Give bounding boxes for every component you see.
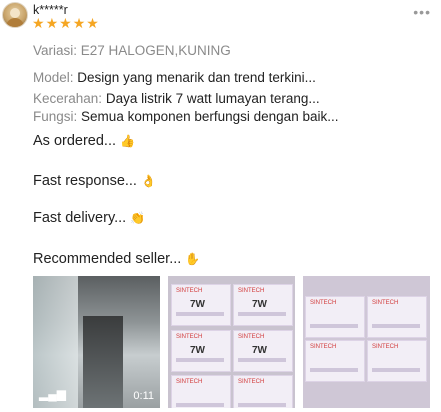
review-photo-thumbnail[interactable]: SINTECH SINTECH SINTECH SINTECH (303, 276, 430, 408)
star-icon: ★ (72, 15, 86, 31)
attribute-value: Semua komponen berfungsi dengan baik... (81, 109, 339, 124)
review-video-thumbnail[interactable]: ▂▄▆ 0:11 (33, 276, 160, 408)
box-brand: SINTECH (238, 334, 265, 340)
review-line-text: Fast response... (33, 173, 137, 189)
product-box: SINTECH (367, 296, 427, 338)
box-stripe (238, 358, 286, 362)
raised-hand-icon: ✋ (185, 252, 201, 266)
ok-hand-icon: 👌 (140, 174, 156, 188)
product-box: SINTECH (305, 296, 365, 338)
box-stripe (176, 358, 224, 362)
box-brand: SINTECH (176, 334, 203, 340)
attribute-model: Model: Design yang menarik dan trend ter… (33, 70, 316, 85)
product-box: SINTECH 7W (233, 330, 293, 372)
box-brand: SINTECH (310, 300, 337, 306)
star-icon: ★ (59, 15, 72, 31)
variant-label: Variasi: E27 HALOGEN,KUNING (33, 43, 231, 58)
clap-icon: 👏 (130, 211, 146, 225)
box-watt: 7W (190, 345, 205, 356)
product-box: SINTECH (305, 340, 365, 382)
avatar-face (10, 8, 20, 18)
box-stripe (310, 368, 358, 372)
review-line: Recommended seller... ✋ (33, 251, 200, 267)
box-stripe (176, 312, 224, 316)
review-line-text: Fast delivery... (33, 210, 127, 226)
box-stripe (238, 312, 286, 316)
box-brand: SINTECH (238, 379, 265, 385)
box-watt: 7W (252, 299, 267, 310)
product-box: SINTECH 7W (233, 284, 293, 326)
rating-stars: ★ ★ ★ ★ ★ (32, 16, 99, 30)
attribute-key: Kecerahan: (33, 91, 103, 106)
box-brand: SINTECH (310, 344, 337, 350)
attribute-key: Model: (33, 70, 74, 85)
video-duration: 0:11 (133, 390, 154, 402)
review-line: Fast response... 👌 (33, 173, 156, 189)
star-icon: ★ (86, 15, 99, 31)
product-box: SINTECH (171, 375, 231, 408)
star-icon: ★ (45, 15, 59, 31)
box-brand: SINTECH (238, 288, 265, 294)
video-scene-doorway (83, 316, 123, 408)
product-box: SINTECH 7W (171, 284, 231, 326)
box-stripe (176, 403, 224, 407)
avatar-body (6, 18, 24, 27)
review-photo-thumbnail[interactable]: SINTECH 7W SINTECH 7W SINTECH 7W SINTECH… (168, 276, 295, 408)
box-brand: SINTECH (176, 379, 203, 385)
box-stripe (310, 324, 358, 328)
attribute-value: Design yang menarik dan trend terkini... (77, 70, 316, 85)
attribute-key: Fungsi: (33, 109, 78, 124)
box-stripe (372, 368, 420, 372)
box-stripe (372, 324, 420, 328)
box-watt: 7W (252, 345, 267, 356)
review-line: Fast delivery... 👏 (33, 210, 145, 226)
thumbs-up-icon: 👍 (120, 134, 135, 148)
attribute-function: Fungsi: Semua komponen berfungsi dengan … (33, 109, 338, 124)
box-stripe (238, 403, 286, 407)
attribute-value: Daya listrik 7 watt lumayan terang... (105, 91, 320, 106)
product-box: SINTECH 7W (171, 330, 231, 372)
box-brand: SINTECH (372, 344, 399, 350)
box-brand: SINTECH (176, 288, 203, 294)
avatar[interactable] (2, 2, 28, 28)
box-brand: SINTECH (372, 300, 399, 306)
box-watt: 7W (190, 299, 205, 310)
product-box: SINTECH (367, 340, 427, 382)
more-dots-icon[interactable]: ••• (413, 4, 431, 20)
review-line-text: As ordered... (33, 133, 117, 149)
product-box: SINTECH (233, 375, 293, 408)
star-icon: ★ (32, 15, 45, 31)
review-line-text: Recommended seller... (33, 251, 182, 267)
video-bars-icon: ▂▄▆ (39, 387, 66, 401)
attribute-brightness: Kecerahan: Daya listrik 7 watt lumayan t… (33, 91, 320, 106)
review-line: As ordered... 👍 (33, 133, 135, 149)
